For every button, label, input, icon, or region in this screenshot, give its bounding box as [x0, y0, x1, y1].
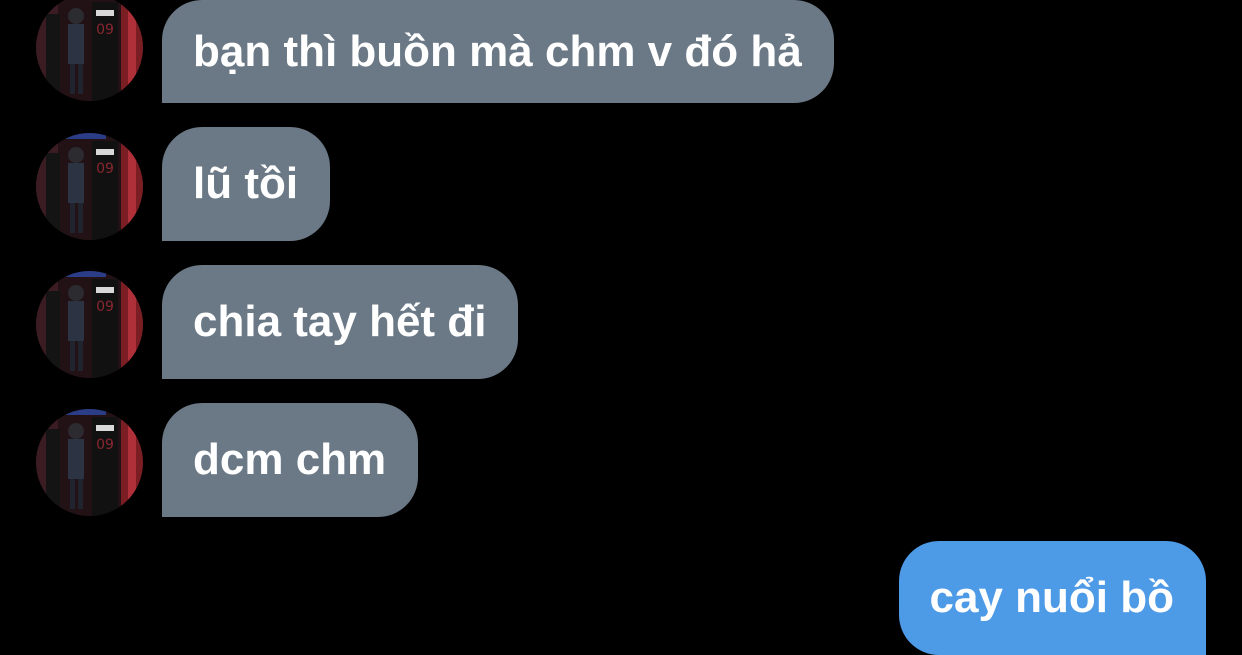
svg-text:09: 09 — [96, 22, 114, 38]
avatar-photo-icon: 09 — [36, 0, 143, 101]
contact-avatar[interactable]: 09 — [36, 409, 143, 516]
contact-avatar[interactable]: 09 — [36, 271, 143, 378]
avatar-photo-icon: 09 — [36, 133, 143, 240]
message-bubble-incoming[interactable]: bạn thì buồn mà chm v đó hả — [162, 0, 834, 103]
message-text: dcm chm — [193, 435, 387, 484]
message-text: lũ tồi — [193, 159, 299, 208]
contact-avatar[interactable]: 09 — [36, 133, 143, 240]
svg-text:09: 09 — [96, 299, 114, 315]
message-bubble-outgoing[interactable]: cay nuổi bồ — [898, 541, 1206, 655]
message-bubble-incoming[interactable]: lũ tồi — [162, 127, 331, 241]
message-bubble-incoming[interactable]: dcm chm — [162, 403, 419, 517]
avatar-photo-icon: 09 — [36, 409, 143, 516]
message-text: chia tay hết đi — [193, 297, 487, 346]
svg-text:09: 09 — [96, 161, 114, 177]
svg-text:09: 09 — [96, 437, 114, 453]
message-text: cay nuổi bồ — [929, 573, 1174, 622]
avatar-photo-icon: 09 — [36, 271, 143, 378]
message-bubble-incoming[interactable]: chia tay hết đi — [162, 265, 519, 379]
contact-avatar[interactable]: 09 — [36, 0, 143, 101]
message-text: bạn thì buồn mà chm v đó hả — [193, 26, 802, 76]
